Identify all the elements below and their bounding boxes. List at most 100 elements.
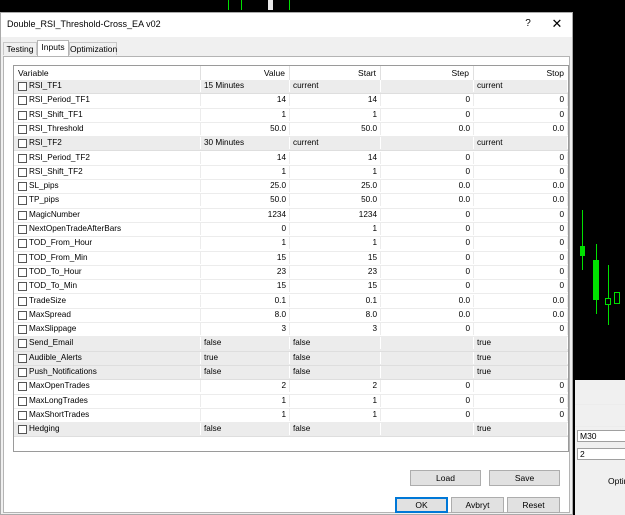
- stop-cell[interactable]: 0: [474, 380, 568, 393]
- input-row-push-notifications[interactable]: Push_Notifications false false true: [14, 366, 568, 381]
- start-cell[interactable]: 1: [290, 165, 381, 178]
- optimize-checkbox[interactable]: [18, 282, 27, 292]
- step-cell[interactable]: 0: [381, 151, 474, 164]
- optimize-checkbox[interactable]: [18, 353, 27, 363]
- input-row-maxopentrades[interactable]: MaxOpenTrades 2 2 0 0: [14, 380, 568, 395]
- start-cell[interactable]: current: [290, 80, 381, 92]
- step-cell[interactable]: [381, 423, 474, 436]
- optimize-checkbox[interactable]: [18, 396, 27, 406]
- optimize-checkbox[interactable]: [18, 325, 27, 335]
- stop-cell[interactable]: 0: [474, 408, 568, 421]
- stop-cell[interactable]: 0: [474, 280, 568, 293]
- save-button[interactable]: Save: [489, 470, 560, 486]
- input-row-rsi-threshold[interactable]: RSI_Threshold 50.0 50.0 0.0 0.0: [14, 122, 568, 138]
- input-row-rsi-shift-tf1[interactable]: RSI_Shift_TF1 1 1 0 0: [14, 108, 568, 123]
- optimize-checkbox[interactable]: [18, 124, 27, 134]
- optimize-checkbox[interactable]: [18, 239, 27, 249]
- input-row-maxspread[interactable]: MaxSpread 8.0 8.0 0.0 0.0: [14, 308, 568, 324]
- stop-cell[interactable]: 0: [474, 265, 568, 278]
- optimize-checkbox[interactable]: [18, 225, 27, 234]
- input-row-rsi-tf1[interactable]: RSI_TF1 15 Minutes current current: [14, 80, 568, 95]
- value-cell[interactable]: 15: [201, 280, 290, 293]
- stop-cell[interactable]: 0.0: [474, 180, 568, 193]
- step-cell[interactable]: 0: [381, 408, 474, 421]
- start-cell[interactable]: 1: [290, 237, 381, 250]
- input-row-tod-to-hour[interactable]: TOD_To_Hour 23 23 0 0: [14, 265, 568, 281]
- stop-cell[interactable]: true: [474, 423, 568, 436]
- start-cell[interactable]: 15: [290, 280, 381, 293]
- stop-cell[interactable]: 0: [474, 237, 568, 250]
- value-cell[interactable]: 25.0: [201, 180, 290, 193]
- start-cell[interactable]: false: [290, 337, 381, 350]
- start-cell[interactable]: current: [290, 137, 381, 150]
- stop-cell[interactable]: 0: [474, 323, 568, 336]
- step-cell[interactable]: 0.0: [381, 294, 474, 307]
- step-cell[interactable]: [381, 137, 474, 150]
- value-cell[interactable]: 50.0: [201, 122, 290, 135]
- start-cell[interactable]: 2: [290, 380, 381, 393]
- title-bar[interactable]: Double_RSI_Threshold-Cross_EA v02 ? ✕: [1, 13, 572, 37]
- start-cell[interactable]: 1: [290, 408, 381, 421]
- optimize-checkbox[interactable]: [18, 153, 27, 163]
- step-cell[interactable]: 0: [381, 280, 474, 293]
- step-cell[interactable]: 0: [381, 208, 474, 221]
- input-row-rsi-tf2[interactable]: RSI_TF2 30 Minutes current current: [14, 137, 568, 152]
- stop-cell[interactable]: 0: [474, 251, 568, 264]
- input-row-maxlongtrades[interactable]: MaxLongTrades 1 1 0 0: [14, 394, 568, 409]
- start-cell[interactable]: false: [290, 351, 381, 364]
- value-cell[interactable]: 15 Minutes: [201, 80, 290, 92]
- start-cell[interactable]: 1: [290, 108, 381, 121]
- input-row-tod-from-min[interactable]: TOD_From_Min 15 15 0 0: [14, 251, 568, 266]
- input-row-maxshorttrades[interactable]: MaxShortTrades 1 1 0 0: [14, 408, 568, 424]
- value-cell[interactable]: 0.1: [201, 294, 290, 307]
- column-header-variable[interactable]: Variable: [14, 66, 201, 80]
- stop-cell[interactable]: 0: [474, 165, 568, 178]
- step-cell[interactable]: 0: [381, 223, 474, 235]
- column-header-step[interactable]: Step: [381, 66, 474, 80]
- optimize-checkbox[interactable]: [18, 82, 27, 91]
- step-cell[interactable]: 0: [381, 265, 474, 278]
- optimize-checkbox[interactable]: [18, 368, 27, 377]
- start-cell[interactable]: 14: [290, 94, 381, 107]
- start-cell[interactable]: 50.0: [290, 122, 381, 135]
- start-cell[interactable]: 14: [290, 151, 381, 164]
- value-cell[interactable]: 14: [201, 94, 290, 107]
- input-row-sl-pips[interactable]: SL_pips 25.0 25.0 0.0 0.0: [14, 180, 568, 195]
- value-cell[interactable]: 15: [201, 251, 290, 264]
- step-cell[interactable]: [381, 351, 474, 364]
- input-row-audible-alerts[interactable]: Audible_Alerts true false true: [14, 351, 568, 366]
- step-cell[interactable]: 0: [381, 108, 474, 121]
- value-cell[interactable]: 1: [201, 108, 290, 121]
- value-cell[interactable]: 8.0: [201, 308, 290, 321]
- tab-testing[interactable]: Testing: [3, 42, 37, 55]
- optimize-checkbox[interactable]: [18, 339, 27, 349]
- stop-cell[interactable]: current: [474, 137, 568, 150]
- step-cell[interactable]: [381, 337, 474, 350]
- input-row-send-email[interactable]: Send_Email false false true: [14, 337, 568, 352]
- stop-cell[interactable]: 0: [474, 208, 568, 221]
- step-cell[interactable]: 0.0: [381, 308, 474, 321]
- value-cell[interactable]: 1: [201, 165, 290, 178]
- start-cell[interactable]: 8.0: [290, 308, 381, 321]
- input-row-rsi-period-tf2[interactable]: RSI_Period_TF2 14 14 0 0: [14, 151, 568, 166]
- stop-cell[interactable]: 0: [474, 94, 568, 107]
- step-cell[interactable]: [381, 366, 474, 378]
- start-cell[interactable]: 1234: [290, 208, 381, 221]
- step-cell[interactable]: [381, 80, 474, 92]
- stop-cell[interactable]: 0.0: [474, 194, 568, 207]
- optimize-checkbox[interactable]: [18, 96, 27, 106]
- start-cell[interactable]: 25.0: [290, 180, 381, 193]
- help-button[interactable]: ?: [521, 17, 535, 31]
- step-cell[interactable]: 0: [381, 380, 474, 393]
- optimize-checkbox[interactable]: [18, 296, 27, 306]
- value-cell[interactable]: 23: [201, 265, 290, 278]
- start-cell[interactable]: 0.1: [290, 294, 381, 307]
- value-cell[interactable]: true: [201, 351, 290, 364]
- load-button[interactable]: Load: [410, 470, 481, 486]
- value-cell[interactable]: 1: [201, 408, 290, 421]
- value-cell[interactable]: 2: [201, 380, 290, 393]
- reset-button[interactable]: Reset: [507, 497, 560, 513]
- step-cell[interactable]: 0: [381, 237, 474, 250]
- value-cell[interactable]: 1: [201, 394, 290, 407]
- step-cell[interactable]: 0: [381, 165, 474, 178]
